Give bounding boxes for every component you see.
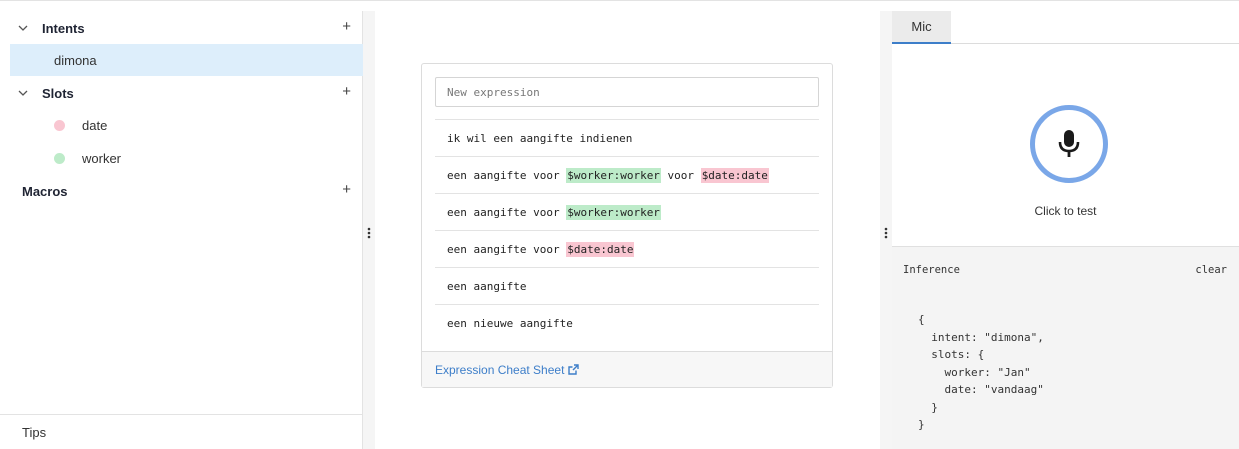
expression-row[interactable]: ik wil een aangifte indienen	[435, 119, 819, 156]
slot-color-dot	[54, 119, 65, 131]
clear-button[interactable]: clear	[1195, 264, 1227, 276]
sidebar: Intents + dimona Slots + date worker Mac…	[0, 11, 363, 449]
sidebar-item-intent[interactable]: dimona	[10, 44, 363, 76]
tips-section[interactable]: Tips	[0, 414, 363, 449]
expression-text: een nieuwe aangifte	[447, 316, 573, 330]
sidebar-item-slot-worker[interactable]: worker	[10, 142, 363, 174]
expression-text: een aangifte voor	[447, 168, 567, 182]
expression-text: een aangifte voor	[447, 242, 567, 256]
new-expression-input[interactable]	[435, 77, 819, 107]
slot-tag-worker: $worker:worker	[566, 167, 661, 183]
slot-tag-date: $date:date	[566, 241, 635, 257]
slots-section-header[interactable]: Slots +	[0, 77, 363, 109]
expression-text: een aangifte voor	[447, 205, 567, 219]
intents-section-header[interactable]: Intents +	[0, 12, 363, 44]
sidebar-item-slot-date[interactable]: date	[10, 109, 363, 141]
add-slot-button[interactable]: +	[342, 83, 351, 100]
test-panel: Mic Click to test Inference clear { inte…	[892, 11, 1239, 449]
slot-label: date	[82, 117, 108, 133]
app: Intents + dimona Slots + date worker Mac…	[0, 0, 1239, 449]
click-to-test-label: Click to test	[1034, 204, 1097, 218]
mic-test-button[interactable]	[1030, 105, 1108, 183]
expression-row[interactable]: een nieuwe aangifte	[435, 304, 819, 341]
cheat-sheet-label[interactable]: Expression Cheat Sheet	[435, 363, 564, 377]
expression-row[interactable]: een aangifte voor $worker:worker	[435, 193, 819, 230]
slots-label: Slots	[42, 85, 74, 101]
macros-section-header[interactable]: Macros +	[0, 175, 363, 207]
slot-label: worker	[82, 150, 122, 166]
cheat-sheet-link[interactable]: Expression Cheat Sheet	[422, 351, 832, 387]
intent-label: dimona	[54, 52, 97, 68]
microphone-icon	[1058, 130, 1080, 157]
inference-panel: Inference clear { intent: "dimona", slot…	[892, 246, 1239, 449]
expression-text: een aangifte	[447, 279, 527, 293]
inference-line: slots: {	[918, 348, 985, 361]
add-macro-button[interactable]: +	[342, 181, 351, 198]
resize-handle-right[interactable]	[880, 11, 892, 449]
resize-handle-left[interactable]	[363, 11, 375, 449]
mic-area: Click to test	[892, 44, 1239, 246]
expression-row[interactable]: een aangifte	[435, 267, 819, 304]
tab-mic[interactable]: Mic	[892, 11, 951, 44]
macros-label: Macros	[22, 183, 68, 199]
intents-label: Intents	[42, 20, 85, 36]
inference-line: }	[918, 418, 925, 431]
inference-line: {	[918, 313, 925, 326]
external-link-icon[interactable]	[568, 364, 580, 375]
expression-editor: ik wil een aangifte indienen een aangifte…	[375, 11, 880, 449]
expression-text: voor	[660, 168, 701, 182]
inference-line: }	[918, 400, 938, 414]
chevron-down-icon[interactable]	[18, 23, 30, 33]
add-intent-button[interactable]: +	[342, 18, 351, 35]
expressions-card: ik wil een aangifte indienen een aangifte…	[421, 63, 833, 388]
slot-tag-worker: $worker:worker	[566, 204, 661, 220]
inference-title: Inference	[903, 264, 960, 276]
drag-handle-icon[interactable]	[884, 227, 888, 239]
drag-handle-icon[interactable]	[367, 227, 371, 239]
expression-row[interactable]: een aangifte voor $date:date	[435, 230, 819, 267]
expression-text: ik wil een aangifte indienen	[447, 131, 633, 145]
test-tabbar: Mic	[892, 11, 1239, 44]
slot-tag-date: $date:date	[700, 167, 769, 183]
inference-line: worker: "Jan"	[918, 365, 1031, 379]
expression-row[interactable]: een aangifte voor $worker:worker voor $d…	[435, 156, 819, 193]
tips-label: Tips	[22, 425, 47, 440]
inference-line: intent: "dimona",	[918, 330, 1044, 344]
slot-color-dot	[54, 152, 65, 164]
chevron-down-icon[interactable]	[18, 88, 30, 98]
expression-list: ik wil een aangifte indienen een aangifte…	[435, 119, 819, 341]
inference-line: date: "vandaag"	[918, 383, 1044, 396]
